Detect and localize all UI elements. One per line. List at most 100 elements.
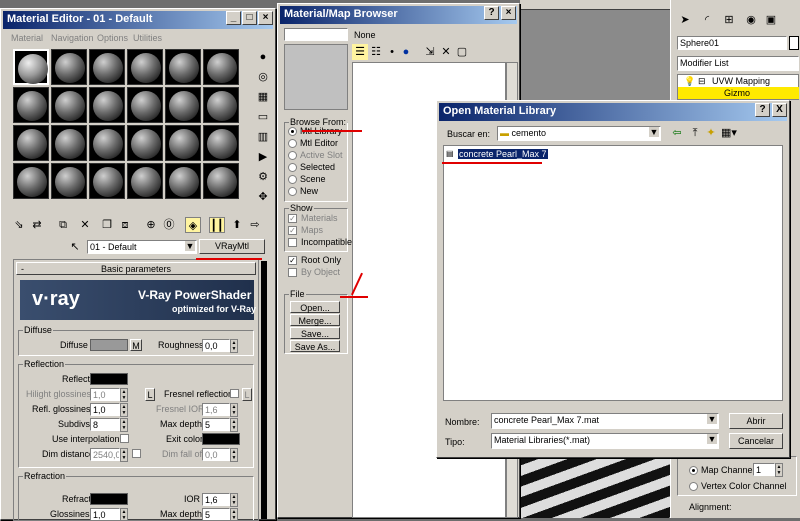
sample-slot[interactable] xyxy=(127,125,163,161)
video-color-icon[interactable]: ▥ xyxy=(255,129,271,145)
refraction-max-depth-input[interactable]: 5 xyxy=(202,508,230,520)
sample-slot[interactable] xyxy=(89,87,125,123)
sample-slot[interactable] xyxy=(13,49,49,85)
rollout-scrollbar[interactable] xyxy=(261,261,267,519)
map-channel-spinner[interactable]: ▲ ▼ xyxy=(775,463,783,477)
sample-slot[interactable] xyxy=(203,49,239,85)
ior-spinner[interactable]: ▲ ▼ xyxy=(230,493,238,507)
browse-new-radio[interactable] xyxy=(288,187,297,196)
sample-slot[interactable] xyxy=(89,49,125,85)
fresnel-ior-input[interactable]: 1,6 xyxy=(202,403,230,416)
sample-slot[interactable] xyxy=(51,87,87,123)
make-preview-icon[interactable]: ▶ xyxy=(255,149,271,165)
clear-library-icon[interactable]: ▢ xyxy=(454,44,470,60)
by-object-checkbox[interactable] xyxy=(288,268,297,277)
material-type-button[interactable]: VRayMtl xyxy=(199,239,265,254)
update-scene-icon[interactable]: ⇲ xyxy=(422,44,438,60)
help-button[interactable]: ? xyxy=(484,6,499,20)
options-icon[interactable]: ⚙ xyxy=(255,169,271,185)
dim-distance-input[interactable]: 2540,0 xyxy=(90,448,120,461)
root-only-checkbox[interactable]: ✓ xyxy=(288,256,297,265)
subdivs-input[interactable]: 8 xyxy=(90,418,120,431)
open-library-button[interactable]: Open... xyxy=(290,301,340,313)
refl-glossiness-spinner[interactable]: ▲ ▼ xyxy=(120,403,128,417)
dialog-close-button[interactable]: X xyxy=(772,103,787,117)
backlight-icon[interactable]: ◎ xyxy=(255,69,271,85)
file-list[interactable]: ▤ concrete Pearl_Max 7 xyxy=(443,145,783,401)
refract-color-swatch[interactable] xyxy=(90,493,128,505)
open-button[interactable]: Abrir xyxy=(729,413,783,429)
put-to-scene-icon[interactable]: ⇄ xyxy=(29,217,45,233)
sample-slot[interactable] xyxy=(127,163,163,199)
refraction-max-depth-spinner[interactable]: ▲ ▼ xyxy=(230,508,238,520)
browse-scene-radio[interactable] xyxy=(288,175,297,184)
expand-icon[interactable]: ⊟ xyxy=(698,76,706,87)
make-unique-icon[interactable]: ⧈ xyxy=(117,217,133,233)
menu-utilities[interactable]: Utilities xyxy=(133,33,162,43)
refl-glossiness-input[interactable]: 1,0 xyxy=(90,403,120,416)
make-copy-icon[interactable]: ❐ xyxy=(99,217,115,233)
reflect-color-swatch[interactable] xyxy=(90,373,128,385)
ior-input[interactable]: 1,6 xyxy=(202,493,230,506)
put-to-library-icon[interactable]: ⊕ xyxy=(143,217,159,233)
stack-item-uvw-mapping[interactable]: 💡 ⊟ UVW Mapping xyxy=(678,76,799,87)
chevron-down-icon[interactable]: ▼ xyxy=(707,434,717,444)
map-channel-input[interactable]: 1 xyxy=(753,463,775,476)
dim-falloff-input[interactable]: 0,0 xyxy=(202,448,230,461)
sample-slot[interactable] xyxy=(165,49,201,85)
go-to-parent-icon[interactable]: ⬆ xyxy=(229,217,245,233)
chevron-down-icon[interactable]: ▼ xyxy=(707,414,717,424)
map-channel-radio[interactable] xyxy=(689,466,698,475)
get-material-icon[interactable]: ⇘ xyxy=(11,217,27,233)
hilight-lock-button[interactable]: L xyxy=(145,388,155,401)
sample-slot[interactable] xyxy=(165,87,201,123)
stack-item-gizmo[interactable]: Gizmo xyxy=(678,87,799,99)
sample-slot[interactable] xyxy=(13,87,49,123)
browser-search-input[interactable] xyxy=(284,28,348,41)
show-materials-checkbox[interactable]: ✓ xyxy=(288,214,297,223)
material-browser-titlebar[interactable]: Material/Map Browser xyxy=(280,6,517,24)
view-list-icons-icon[interactable]: ☷ xyxy=(368,44,384,60)
roughness-input[interactable]: 0,0 xyxy=(202,339,230,352)
hierarchy-tab-icon[interactable]: ⊞ xyxy=(721,12,737,28)
merge-library-button[interactable]: Merge... xyxy=(290,314,340,326)
new-folder-icon[interactable]: ✦ xyxy=(703,125,719,141)
lightbulb-icon[interactable]: 💡 xyxy=(684,76,695,87)
browse-mtl-library-radio[interactable] xyxy=(288,127,297,136)
fresnel-reflections-checkbox[interactable] xyxy=(230,389,239,398)
refraction-glossiness-spinner[interactable]: ▲ ▼ xyxy=(120,508,128,520)
show-maps-checkbox[interactable]: ✓ xyxy=(288,226,297,235)
dim-distance-checkbox[interactable] xyxy=(132,449,141,458)
menu-options[interactable]: Options xyxy=(97,33,128,43)
roughness-spinner[interactable]: ▲ ▼ xyxy=(230,339,238,353)
menu-material[interactable]: Material xyxy=(11,33,43,43)
cancel-button[interactable]: Cancelar xyxy=(729,433,783,449)
pick-material-icon[interactable]: ↖ xyxy=(67,239,83,255)
material-name-dropdown[interactable]: 01 - Default ▼ xyxy=(87,240,197,254)
sample-slot[interactable] xyxy=(203,163,239,199)
dim-distance-spinner[interactable]: ▲ ▼ xyxy=(120,448,128,462)
save-as-library-button[interactable]: Save As... xyxy=(290,340,340,352)
up-folder-icon[interactable]: ⤒ xyxy=(687,125,703,141)
dialog-help-button[interactable]: ? xyxy=(755,103,770,117)
assign-material-icon[interactable]: ⧉ xyxy=(55,217,71,233)
save-library-button[interactable]: Save... xyxy=(290,327,340,339)
modify-tab-icon[interactable]: ◜ xyxy=(699,12,715,28)
look-in-dropdown[interactable]: ▬ cemento ▼ xyxy=(497,126,661,141)
fresnel-lock-button[interactable]: L xyxy=(242,388,252,401)
use-interpolation-checkbox[interactable] xyxy=(120,434,129,443)
background-icon[interactable]: ▦ xyxy=(255,89,271,105)
display-tab-icon[interactable]: ▣ xyxy=(763,12,779,28)
browse-active-slot-radio[interactable] xyxy=(288,151,297,160)
open-dialog-titlebar[interactable]: Open Material Library xyxy=(439,103,787,121)
uv-tiling-icon[interactable]: ▭ xyxy=(255,109,271,125)
close-button[interactable]: × xyxy=(258,11,273,25)
sample-slot[interactable] xyxy=(127,49,163,85)
sample-slot[interactable] xyxy=(165,163,201,199)
sample-slot[interactable] xyxy=(89,125,125,161)
close-button[interactable]: × xyxy=(501,6,516,20)
show-end-result-icon[interactable]: ┃┃ xyxy=(209,217,225,233)
hilight-glossiness-spinner[interactable]: ▲ ▼ xyxy=(120,388,128,402)
dim-falloff-spinner[interactable]: ▲ ▼ xyxy=(230,448,238,462)
sample-slot[interactable] xyxy=(51,49,87,85)
